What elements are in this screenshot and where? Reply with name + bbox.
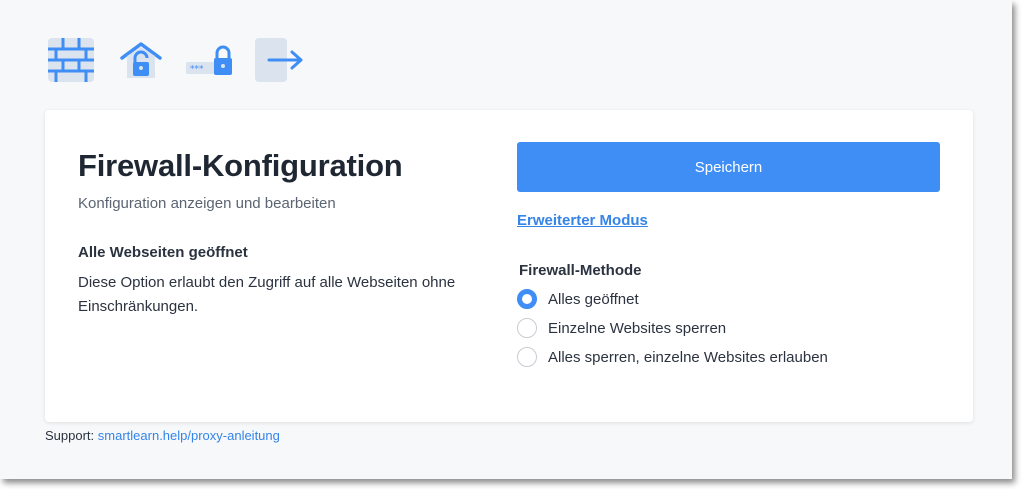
- firewall-config-card: Firewall-Konfiguration Konfiguration anz…: [45, 110, 973, 422]
- support-link[interactable]: smartlearn.help/proxy-anleitung: [98, 428, 280, 443]
- app-window: *** Firewall-Konfiguration Konfiguration…: [0, 0, 1012, 479]
- radio-button[interactable]: [517, 289, 537, 309]
- firewall-icon[interactable]: [48, 38, 94, 82]
- page-subtitle: Konfiguration anzeigen und bearbeiten: [78, 195, 336, 212]
- radio-label: Alles sperren, einzelne Websites erlaube…: [548, 348, 828, 366]
- firewall-method-label: Firewall-Methode: [519, 262, 642, 279]
- radio-button[interactable]: [517, 347, 537, 367]
- save-button[interactable]: Speichern: [517, 142, 940, 192]
- method-option-block-all-allow-sites[interactable]: Alles sperren, einzelne Websites erlaube…: [517, 346, 828, 368]
- home-lock-icon[interactable]: [118, 38, 164, 82]
- option-heading: Alle Webseiten geöffnet: [78, 244, 248, 261]
- radio-label: Alles geöffnet: [548, 290, 639, 308]
- exit-icon[interactable]: [255, 38, 305, 82]
- support-label: Support:: [45, 428, 95, 443]
- radio-button[interactable]: [517, 318, 537, 338]
- advanced-mode-link[interactable]: Erweiterter Modus: [517, 212, 648, 229]
- radio-label: Einzelne Websites sperren: [548, 319, 727, 337]
- method-option-block-sites[interactable]: Einzelne Websites sperren: [517, 317, 726, 339]
- method-option-open-all[interactable]: Alles geöffnet: [517, 288, 639, 310]
- option-description: Diese Option erlaubt den Zugriff auf all…: [78, 274, 456, 315]
- support-info: Support: smartlearn.help/proxy-anleitung: [45, 428, 280, 443]
- page-title: Firewall-Konfiguration: [78, 148, 403, 183]
- password-lock-icon[interactable]: ***: [186, 38, 234, 82]
- svg-text:***: ***: [190, 65, 204, 75]
